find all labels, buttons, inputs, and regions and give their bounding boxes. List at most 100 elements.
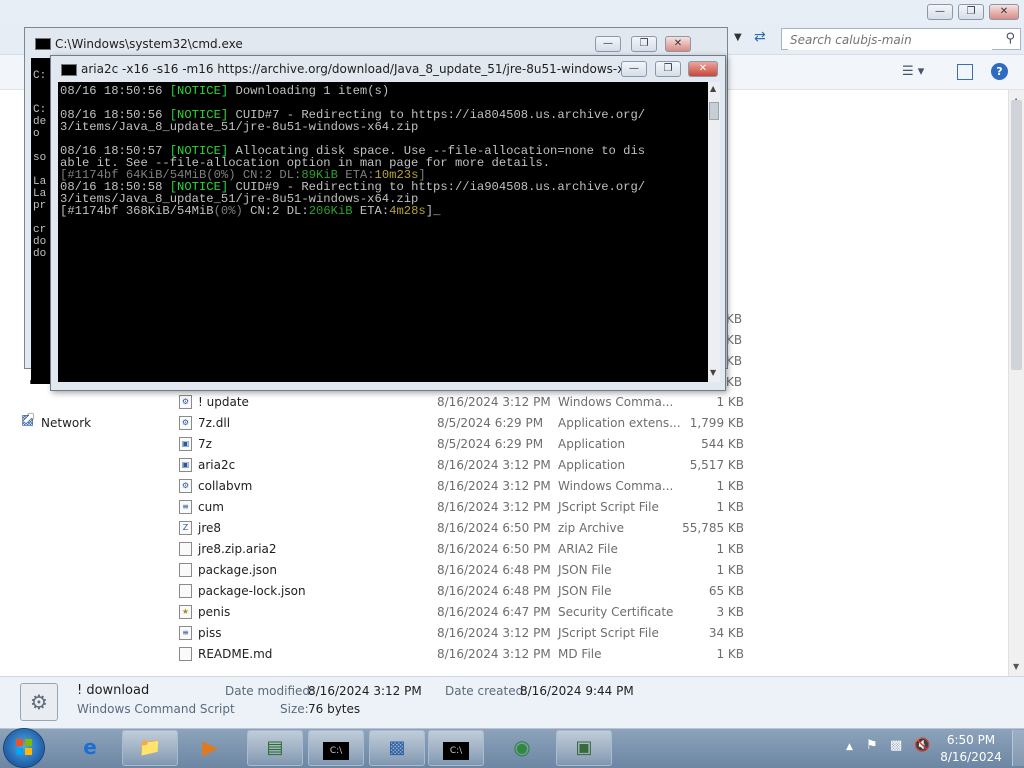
cmd-text-line: de [33,116,47,128]
show-desktop-button[interactable] [1012,730,1024,766]
file-list-scrollbar[interactable]: ▲ ▼ [1008,90,1024,676]
dll-file-icon: ⚙ [179,416,192,430]
file-type: JSON File [558,584,612,598]
network-status-icon[interactable]: ▩ [890,738,902,753]
file-date: 8/16/2024 3:12 PM [437,500,551,514]
scroll-down-arrow-icon[interactable]: ▼ [710,368,716,377]
cmd-window-title: C:\Windows\system32\cmd.exe [55,37,243,51]
taskbar-task-manager-button[interactable]: ▤ [247,730,303,766]
cmd-text-line: o [33,128,40,140]
aria2c-close-button[interactable]: ✕ [688,61,718,77]
media-player-icon[interactable]: ▶ [186,730,234,766]
globe-icon[interactable]: ◉ [498,730,546,766]
network-app-icon: ▩ [388,737,406,758]
internet-explorer-icon[interactable]: e [66,730,114,766]
taskbar-app-button[interactable]: ▩ [369,730,425,766]
file-row[interactable]: ≡ cum 8/16/2024 3:12 PM JScript Script File… [160,497,1008,518]
scroll-up-arrow-icon[interactable]: ▲ [710,84,716,93]
file-size: 1 KB [716,563,744,577]
taskbar-cmd-button[interactable]: C:\ [308,730,364,766]
file-type: JSON File [558,563,612,577]
search-icon[interactable]: ⚲ [1005,31,1015,46]
file-row[interactable]: README.md 8/16/2024 3:12 PM MD File 1 KB [160,644,1008,665]
details-size-value: 76 bytes [308,702,361,716]
file-size: 65 KB [708,584,744,598]
file-name: jre8.zip.aria2 [198,542,277,556]
script-gear-icon: ⚙ [20,683,58,721]
console-output[interactable]: 08/16 18:50:56 [NOTICE] Downloading 1 it… [58,82,708,382]
file-name: piss [198,626,222,640]
aria2c-minimize-button[interactable]: — [621,61,647,77]
file-date: 8/16/2024 6:48 PM [437,584,551,598]
clock-time[interactable]: 6:50 PM [946,733,996,747]
file-row[interactable]: package-lock.json 8/16/2024 6:48 PM JSON F… [160,581,1008,602]
cmd-minimize-button[interactable]: — [595,36,621,52]
cmd-text-line: cr [33,224,47,236]
address-dropdown-icon[interactable]: ▼ [734,32,742,43]
file-size: 544 KB [701,437,744,451]
show-hidden-icons-icon[interactable]: ▲ [846,742,853,752]
aria2c-maximize-button[interactable]: ❐ [655,61,681,77]
file-row[interactable]: ⚙ 7z.dll 8/5/2024 6:29 PM Application exten… [160,413,1008,434]
search-input[interactable] [788,30,992,50]
window-app-icon: ▣ [575,737,593,758]
start-button[interactable] [4,729,44,767]
file-row[interactable]: ▣ 7z 8/5/2024 6:29 PM Application 544 KB [160,434,1008,455]
view-options-icon[interactable]: ☰ ▾ [902,64,924,79]
scrollbar-thumb[interactable] [709,102,719,120]
nav-item-network[interactable]: Network [41,416,91,430]
cmd-text-line: do [33,248,47,260]
file-size: 1 KB [716,500,744,514]
file-type: Application extens... [558,416,681,430]
console-scrollbar[interactable]: ▲ ▼ [708,82,720,382]
clock-date[interactable]: 8/16/2024 [940,750,1002,764]
cmd-text-line: pr [33,200,47,212]
folder-icon: 📁 [138,737,162,758]
file-name: ! update [198,395,249,409]
application-icon: ▣ [179,458,192,472]
taskbar-explorer-button[interactable]: 📁 [122,730,178,766]
task-manager-icon: ▤ [266,737,284,758]
details-created-label: Date created: [445,684,528,698]
action-center-flag-icon[interactable]: ⚑ [866,738,878,753]
details-size-label: Size: [280,702,309,716]
volume-muted-icon[interactable]: 🔇 [914,738,930,753]
zip-archive-icon: Z [179,521,192,535]
file-row[interactable]: Zjre8 8/16/2024 6:50 PM zip Archive 55,785 … [160,518,1008,539]
file-row[interactable]: ▣ aria2c 8/16/2024 3:12 PM Application 5,517… [160,455,1008,476]
file-row[interactable]: ★ penis 8/16/2024 6:47 PM Security Certific… [160,602,1008,623]
explorer-minimize-button[interactable]: — [927,4,953,20]
explorer-maximize-button[interactable]: ❐ [958,4,984,20]
file-row[interactable]: package.json 8/16/2024 6:48 PM JSON File 1 … [160,560,1008,581]
file-name: package-lock.json [198,584,306,598]
cmd-maximize-button[interactable]: ❐ [631,36,657,52]
search-box[interactable]: ⚲ [781,28,1021,50]
file-date: 8/16/2024 3:12 PM [437,647,551,661]
taskbar-aria2c-button[interactable]: C:\ [428,730,484,766]
scroll-down-arrow-icon[interactable]: ▼ [1013,662,1019,671]
explorer-close-button[interactable]: ✕ [989,4,1019,20]
aria2c-window-title: aria2c -x16 -s16 -m16 https://archive.or… [81,62,621,76]
refresh-icon[interactable]: ⇄ [754,29,766,45]
console-app-icon: C:\ [323,742,349,760]
file-row[interactable]: ⚙ ! update 8/16/2024 3:12 PM Windows Comma.… [160,392,1008,413]
progress-line: [#1174bf 368KiB/54MiB(0%) CN:2 DL:206KiB… [60,204,441,218]
cmd-text-line: C: [33,104,47,116]
file-size: 1 KB [716,542,744,556]
file-size: 34 KB [708,626,744,640]
file-date: 8/16/2024 6:50 PM [437,542,551,556]
file-row[interactable]: ≡ piss 8/16/2024 3:12 PM JScript Script Fil… [160,623,1008,644]
file-row[interactable]: jre8.zip.aria2 8/16/2024 6:50 PM ARIA2 Fil… [160,539,1008,560]
file-date: 8/16/2024 6:48 PM [437,563,551,577]
cmd-close-button[interactable]: ✕ [665,36,691,52]
windows-logo-icon [16,739,32,755]
file-row[interactable]: ⚙ collabvm 8/16/2024 3:12 PM Windows Comma.… [160,476,1008,497]
help-icon[interactable]: ? [991,63,1008,80]
aria2c-window[interactable]: aria2c -x16 -s16 -m16 https://archive.or… [50,55,726,391]
scrollbar-thumb[interactable] [1011,100,1022,370]
mouse-pointer-icon: ⬈ [22,408,36,427]
taskbar-window-button[interactable]: ▣ [556,730,612,766]
file-size: 3 KB [716,605,744,619]
cmd-text-line: so [33,152,47,164]
preview-pane-icon[interactable] [957,64,973,80]
